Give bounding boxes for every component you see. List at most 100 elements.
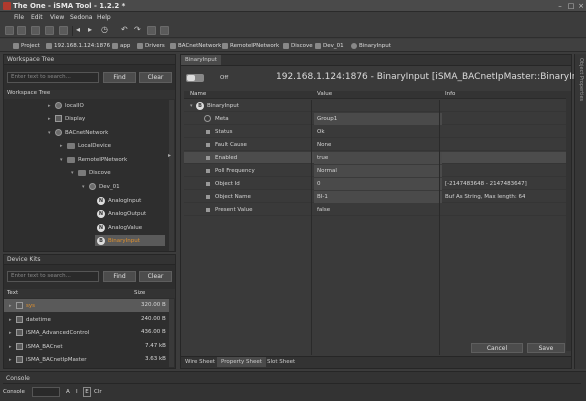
- property-row-selected[interactable]: Enabled true: [184, 152, 567, 164]
- collapse-icon[interactable]: ▾: [71, 170, 76, 176]
- kits-col-size[interactable]: Size: [134, 290, 145, 296]
- breadcrumb-drivers[interactable]: Drivers: [137, 41, 165, 50]
- property-row[interactable]: Poll Frequency Normal: [184, 165, 567, 177]
- expand-icon[interactable]: ▸: [60, 143, 65, 149]
- menu-sedona[interactable]: Sedona: [70, 14, 92, 21]
- kits-row[interactable]: ▸ iSMA_AdvancedControl: [9, 327, 89, 338]
- kits-find-button[interactable]: Find: [103, 271, 136, 282]
- expand-icon[interactable]: ▸: [9, 357, 14, 363]
- tab-wire-sheet[interactable]: Wire Sheet: [181, 357, 219, 367]
- undo-icon[interactable]: ↶: [121, 25, 128, 34]
- station-icon[interactable]: [59, 26, 68, 35]
- tab-slot-sheet[interactable]: Slot Sheet: [263, 357, 299, 367]
- workspace-clear-button[interactable]: Clear: [139, 72, 172, 83]
- breadcrumb-binaryinput[interactable]: BinaryInput: [351, 41, 391, 50]
- property-root-row[interactable]: ▾ B BinaryInput: [184, 100, 567, 112]
- open-icon[interactable]: [17, 26, 26, 35]
- property-row[interactable]: Present Value false: [184, 204, 567, 216]
- cut-icon[interactable]: [147, 26, 156, 35]
- panel-collapse-icon[interactable]: ▸: [168, 152, 171, 159]
- tree-node[interactable]: ▾ RemoteIPNetwork: [60, 154, 127, 165]
- workspace-find-button[interactable]: Find: [103, 72, 136, 83]
- maximize-icon[interactable]: □: [567, 2, 575, 10]
- save-icon[interactable]: [31, 26, 40, 35]
- expand-icon[interactable]: ▸: [48, 103, 53, 109]
- property-row[interactable]: Meta Group1: [184, 113, 567, 125]
- tree-node[interactable]: ▸ Display: [48, 113, 85, 124]
- enable-toggle[interactable]: [186, 74, 204, 82]
- tree-node[interactable]: ▾ Dev_01: [82, 181, 120, 192]
- kits-row[interactable]: ▸ iSMA_BACnet: [9, 341, 63, 352]
- workspace-scrollbar[interactable]: [169, 100, 174, 251]
- tree-node-selected[interactable]: B BinaryInput: [95, 235, 165, 246]
- collapse-icon[interactable]: ▾: [190, 103, 193, 109]
- property-row[interactable]: Status Ok: [184, 126, 567, 138]
- menu-edit[interactable]: Edit: [31, 14, 43, 21]
- property-row[interactable]: Fault Cause None: [184, 139, 567, 151]
- collapse-icon[interactable]: ▾: [48, 130, 53, 136]
- property-value[interactable]: true: [314, 152, 442, 164]
- property-value[interactable]: 0: [314, 178, 442, 190]
- col-name[interactable]: Name: [190, 91, 206, 97]
- device-icon[interactable]: [45, 26, 54, 35]
- forward-icon[interactable]: ▸: [88, 25, 92, 34]
- tree-node[interactable]: N AnalogInput: [97, 195, 141, 206]
- breadcrumb-bacnet[interactable]: BACnetNetwork: [170, 41, 221, 50]
- console-filter-e[interactable]: E: [83, 387, 91, 397]
- workspace-search-input[interactable]: Enter text to search...: [7, 72, 99, 83]
- console-filter-i[interactable]: I: [76, 389, 78, 395]
- property-value[interactable]: BI-1: [314, 191, 442, 203]
- tree-node[interactable]: N AnalogOutput: [97, 208, 146, 219]
- breadcrumb-project[interactable]: Project: [13, 41, 40, 50]
- tree-node[interactable]: ▾ Discove: [71, 167, 111, 178]
- property-row[interactable]: Object Id 0 [-2147483648 - 2147483647]: [184, 178, 567, 190]
- kits-clear-button[interactable]: Clear: [139, 271, 172, 282]
- console-filter-a[interactable]: A: [66, 389, 70, 395]
- cancel-button[interactable]: Cancel: [471, 343, 523, 353]
- history-icon[interactable]: ◷: [101, 25, 108, 34]
- expand-icon[interactable]: ▸: [9, 330, 14, 336]
- tree-node[interactable]: ▸ LocalDevice: [60, 140, 111, 151]
- kits-row[interactable]: ▸ iSMA_BACnetIpMaster: [9, 354, 86, 365]
- property-row[interactable]: Object Name BI-1 Buf As String, Max leng…: [184, 191, 567, 203]
- kits-col-text[interactable]: Text: [7, 290, 18, 296]
- breadcrumb-discove[interactable]: Discove: [283, 41, 313, 50]
- new-project-icon[interactable]: [5, 26, 14, 35]
- collapse-icon[interactable]: ▾: [82, 184, 87, 190]
- breadcrumb-app[interactable]: app: [112, 41, 130, 50]
- breadcrumb-dev[interactable]: Dev_01: [315, 41, 344, 50]
- expand-icon[interactable]: ▸: [48, 116, 53, 122]
- tree-node[interactable]: ▸ localIO: [48, 100, 84, 111]
- col-value[interactable]: Value: [317, 91, 332, 97]
- expand-icon[interactable]: ▸: [9, 317, 14, 323]
- redo-icon[interactable]: ↷: [134, 25, 141, 34]
- tree-node[interactable]: N AnalogValue: [97, 222, 142, 233]
- kits-search-input[interactable]: Enter text to search...: [7, 271, 99, 282]
- collapse-icon[interactable]: ▾: [60, 157, 65, 163]
- property-value[interactable]: Group1: [314, 113, 442, 125]
- expand-icon[interactable]: ▸: [9, 303, 14, 309]
- close-icon[interactable]: ×: [577, 2, 585, 10]
- menu-help[interactable]: Help: [97, 14, 111, 21]
- property-value[interactable]: Normal: [314, 165, 442, 177]
- object-properties-tab[interactable]: Object Properties: [578, 58, 584, 101]
- kits-row[interactable]: ▸ sys: [9, 300, 35, 311]
- kits-row[interactable]: ▸ datetime: [9, 314, 51, 325]
- editor-tab-binaryinput[interactable]: BinaryInput: [181, 55, 221, 65]
- tab-property-sheet[interactable]: Property Sheet: [217, 357, 266, 367]
- save-button[interactable]: Save: [527, 343, 565, 353]
- paste-icon[interactable]: [160, 26, 169, 35]
- breadcrumb-remote[interactable]: RemoteIPNetwork: [222, 41, 279, 50]
- back-icon[interactable]: ◂: [76, 25, 80, 34]
- console-clear-button[interactable]: Clr: [94, 389, 102, 395]
- col-info[interactable]: Info: [445, 91, 455, 97]
- menu-file[interactable]: File: [14, 14, 24, 21]
- menu-view[interactable]: View: [50, 14, 64, 21]
- minimize-icon[interactable]: –: [556, 2, 564, 10]
- kits-scrollbar[interactable]: [169, 299, 174, 367]
- console-input[interactable]: [32, 387, 60, 397]
- breadcrumb-station[interactable]: 192.168.1.124:1876: [46, 41, 110, 50]
- editor-scrollbar[interactable]: [566, 91, 571, 351]
- expand-icon[interactable]: ▸: [9, 344, 14, 350]
- tree-node[interactable]: ▾ BACnetNetwork: [48, 127, 108, 138]
